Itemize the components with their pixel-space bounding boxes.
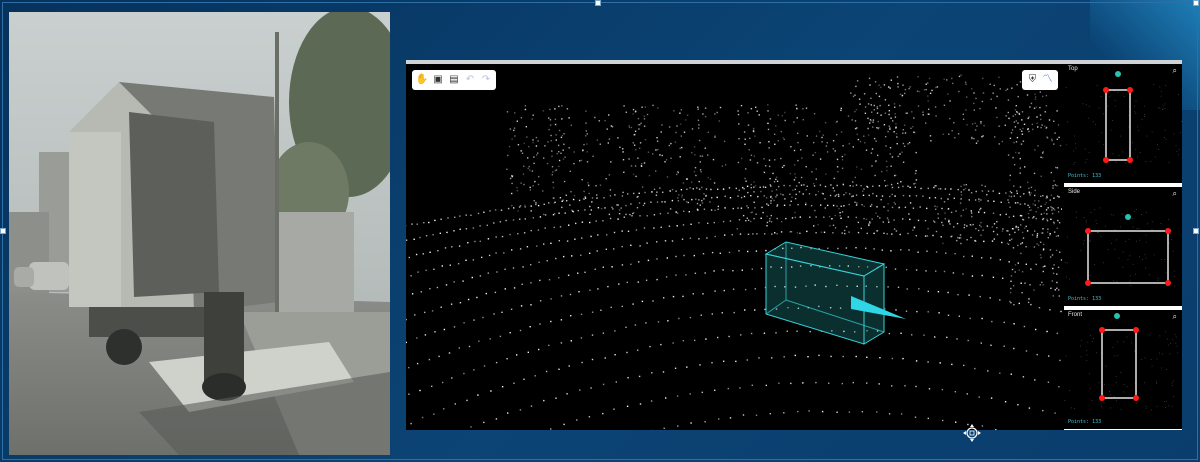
corner-handle[interactable] (1085, 280, 1091, 286)
annotation-toolbar: ✋ ▣ ▤ ↶ ↷ (412, 70, 496, 90)
corner-handle[interactable] (1103, 87, 1109, 93)
corner-handle[interactable] (1165, 280, 1171, 286)
resize-handle-left[interactable] (0, 228, 6, 234)
top-view-panel[interactable]: Top ⌕ Points: 133 (1064, 64, 1182, 183)
point-count: Points: 133 (1068, 296, 1102, 302)
point-cloud-annotation-app: ✋ ▣ ▤ ↶ ↷ ⛨ 〽 Top ⌕ Points: 133 Side ⌕ P… (406, 60, 1182, 430)
panel-title: Front (1068, 312, 1083, 318)
rotate-handle[interactable] (1114, 313, 1120, 319)
shield-icon[interactable]: ⛨ (1027, 73, 1039, 87)
front-view-panel[interactable]: Front ⌕ Points: 133 (1064, 310, 1182, 429)
comment-icon[interactable]: ▤ (448, 73, 460, 87)
move-cursor-icon (963, 424, 981, 442)
corner-handle[interactable] (1085, 228, 1091, 234)
hand-icon[interactable]: ✋ (416, 73, 428, 87)
corner-handle[interactable] (1133, 327, 1139, 333)
rotate-handle[interactable] (1115, 71, 1121, 77)
corner-handle[interactable] (1165, 228, 1171, 234)
panel-points (1065, 84, 1182, 165)
zoom-icon[interactable]: ⌕ (1173, 66, 1177, 76)
orthographic-views: Top ⌕ Points: 133 Side ⌕ Points: 133 Fro… (1064, 64, 1182, 430)
resize-handle-top-right[interactable] (1193, 0, 1199, 6)
rotate-handle[interactable] (1125, 214, 1131, 220)
resize-handle-right[interactable] (1193, 228, 1199, 234)
point-count: Points: 133 (1068, 173, 1102, 179)
side-view-box[interactable] (1087, 230, 1169, 284)
3d-point-cloud-viewport[interactable]: ✋ ▣ ▤ ↶ ↷ ⛨ 〽 (406, 64, 1062, 430)
view-toolbar: ⛨ 〽 (1022, 70, 1058, 90)
camera-image-view (9, 12, 390, 455)
redo-icon[interactable]: ↷ (480, 73, 492, 87)
corner-handle[interactable] (1103, 157, 1109, 163)
point-count: Points: 133 (1068, 419, 1102, 425)
panel-title: Side (1068, 189, 1081, 195)
3d-bounding-box[interactable] (764, 241, 886, 345)
zoom-icon[interactable]: ⌕ (1173, 312, 1177, 322)
corner-handle[interactable] (1133, 395, 1139, 401)
side-view-panel[interactable]: Side ⌕ Points: 133 (1064, 187, 1182, 306)
panel-points (1064, 207, 1176, 287)
zoom-icon[interactable]: ⌕ (1173, 189, 1177, 199)
undo-icon[interactable]: ↶ (464, 73, 476, 87)
front-view-box[interactable] (1101, 329, 1137, 399)
panel-title: Top (1068, 66, 1078, 72)
corner-handle[interactable] (1127, 157, 1133, 163)
resize-handle-top[interactable] (595, 0, 601, 6)
corner-handle[interactable] (1127, 87, 1133, 93)
corner-handle[interactable] (1099, 327, 1105, 333)
top-view-box[interactable] (1105, 89, 1131, 161)
corner-handle[interactable] (1099, 395, 1105, 401)
box-icon[interactable]: ▣ (432, 73, 444, 87)
line-chart-icon[interactable]: 〽 (1042, 73, 1054, 87)
